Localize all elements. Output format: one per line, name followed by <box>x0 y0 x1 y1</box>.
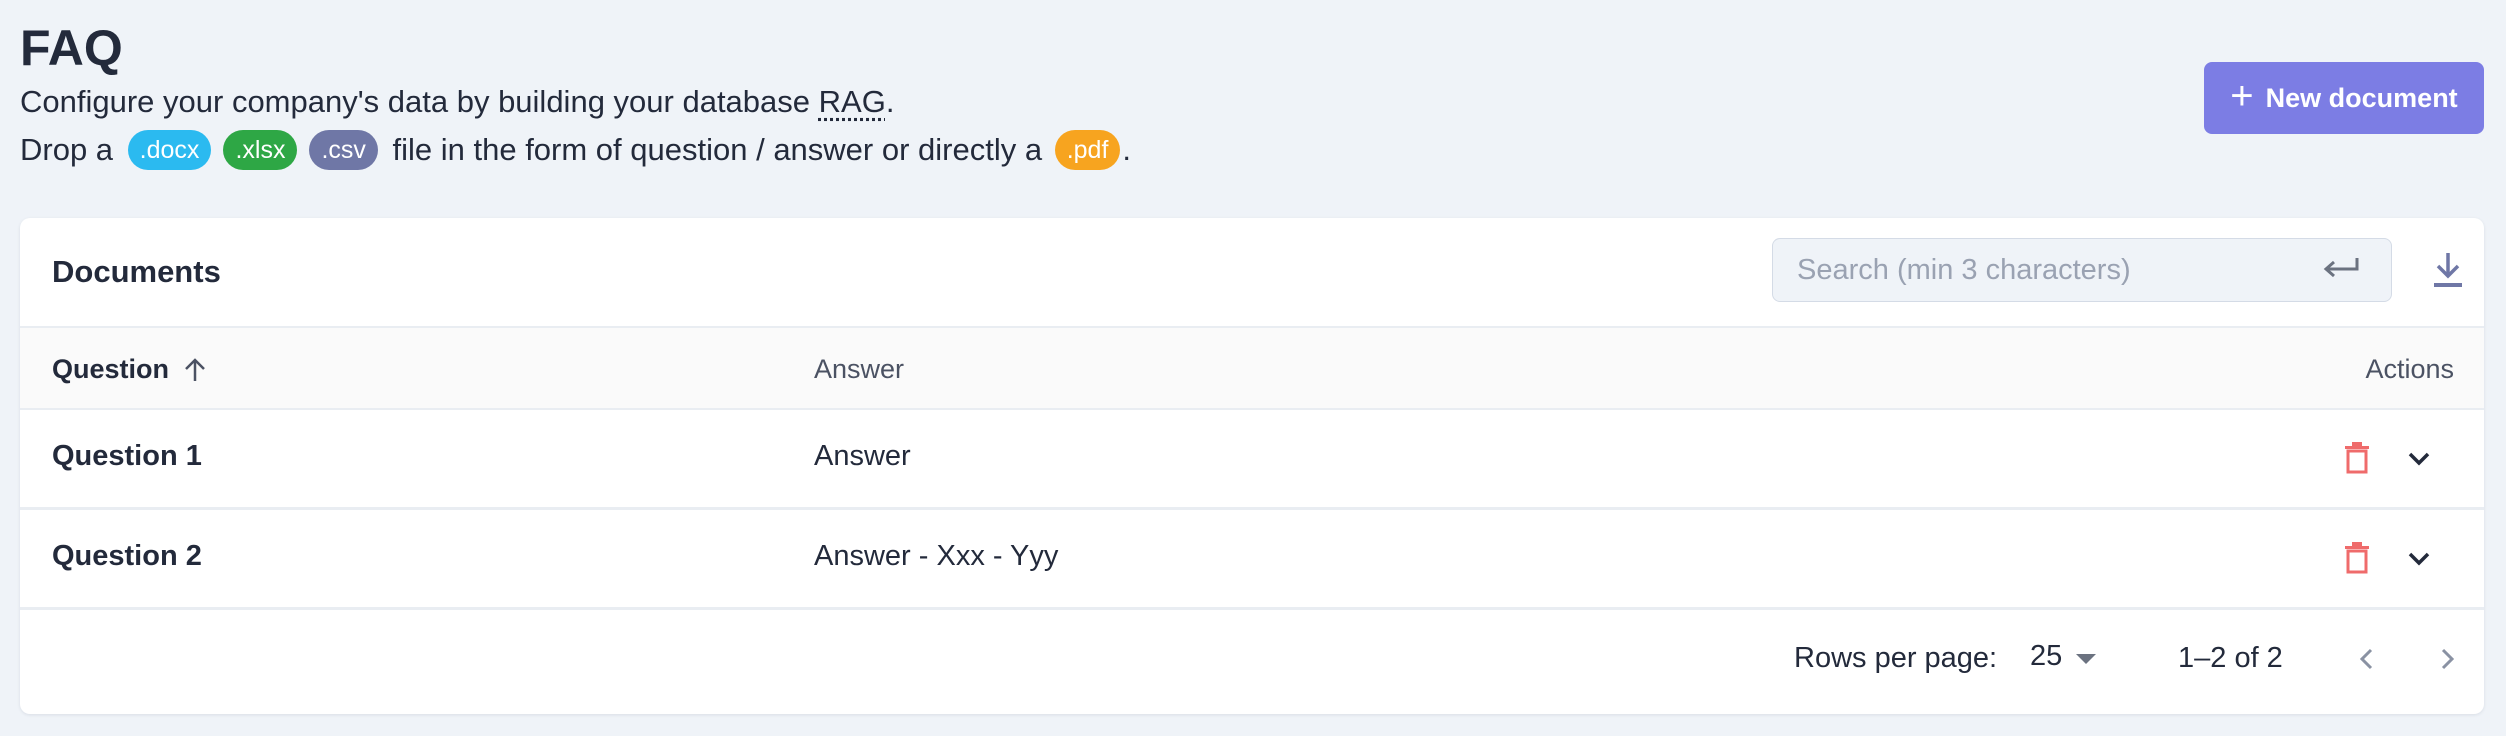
chevron-down-icon[interactable] <box>2404 444 2434 474</box>
rows-per-page-value: 25 <box>2030 640 2063 672</box>
question-cell: Question 2 <box>52 540 202 572</box>
plus-icon: + <box>2230 74 2254 118</box>
chevron-right-icon[interactable] <box>2432 644 2462 674</box>
column-header-answer[interactable]: Answer <box>814 354 904 385</box>
rag-abbreviation: RAG <box>818 84 886 119</box>
page-title: FAQ <box>20 20 123 76</box>
search-input[interactable] <box>1797 239 2297 301</box>
answer-cell: Answer <box>814 440 911 472</box>
trash-icon[interactable] <box>2342 440 2372 476</box>
page-description-line1: Configure your company's data by buildin… <box>20 78 1131 126</box>
pagination-range: 1–2 of 2 <box>2178 642 2283 674</box>
table-row[interactable]: Question 1 Answer <box>20 410 2484 510</box>
rows-per-page-label: Rows per page: <box>1794 642 1998 674</box>
column-question-label: Question <box>52 354 170 384</box>
rows-per-page-select[interactable]: 25 <box>2030 640 2097 673</box>
question-cell: Question 1 <box>52 440 202 472</box>
chevron-down-icon[interactable] <box>2404 544 2434 574</box>
description-text: Drop a <box>20 132 122 167</box>
trash-icon[interactable] <box>2342 540 2372 576</box>
description-text: . <box>1122 132 1132 167</box>
documents-card: Documents Question Answer Actions Questi… <box>20 218 2484 714</box>
page-description-line2: Drop a .docx .xlsx .csv file in the form o… <box>20 126 1131 174</box>
docx-chip: .docx <box>127 130 212 170</box>
pdf-chip: .pdf <box>1054 130 1121 170</box>
xlsx-chip: .xlsx <box>223 130 298 170</box>
documents-card-header: Documents <box>20 218 2484 326</box>
download-icon[interactable] <box>2430 250 2466 290</box>
caret-down-icon <box>2076 653 2097 664</box>
csv-chip: .csv <box>309 130 378 170</box>
new-document-label: New document <box>2265 82 2458 113</box>
enter-icon[interactable] <box>2321 255 2361 285</box>
table-header: Question Answer Actions <box>20 326 2484 410</box>
column-header-question[interactable]: Question <box>52 354 209 385</box>
new-document-button[interactable]: + New document <box>2204 62 2484 134</box>
table-row[interactable]: Question 2 Answer - Xxx - Yyy <box>20 510 2484 610</box>
page-header: FAQ Configure your company's data by bui… <box>20 18 1131 174</box>
column-header-actions: Actions <box>2365 354 2454 384</box>
description-text: file in the form of question / answer or… <box>383 132 1051 167</box>
arrow-up-icon[interactable] <box>181 356 209 384</box>
documents-title: Documents <box>52 254 221 289</box>
search-box <box>1772 238 2392 302</box>
description-text: . <box>885 84 895 119</box>
chevron-left-icon[interactable] <box>2352 644 2382 674</box>
answer-cell: Answer - Xxx - Yyy <box>814 540 1059 572</box>
description-text: Configure your company's data by buildin… <box>20 84 819 119</box>
table-pagination: Rows per page: 25 1–2 of 2 <box>20 610 2484 714</box>
